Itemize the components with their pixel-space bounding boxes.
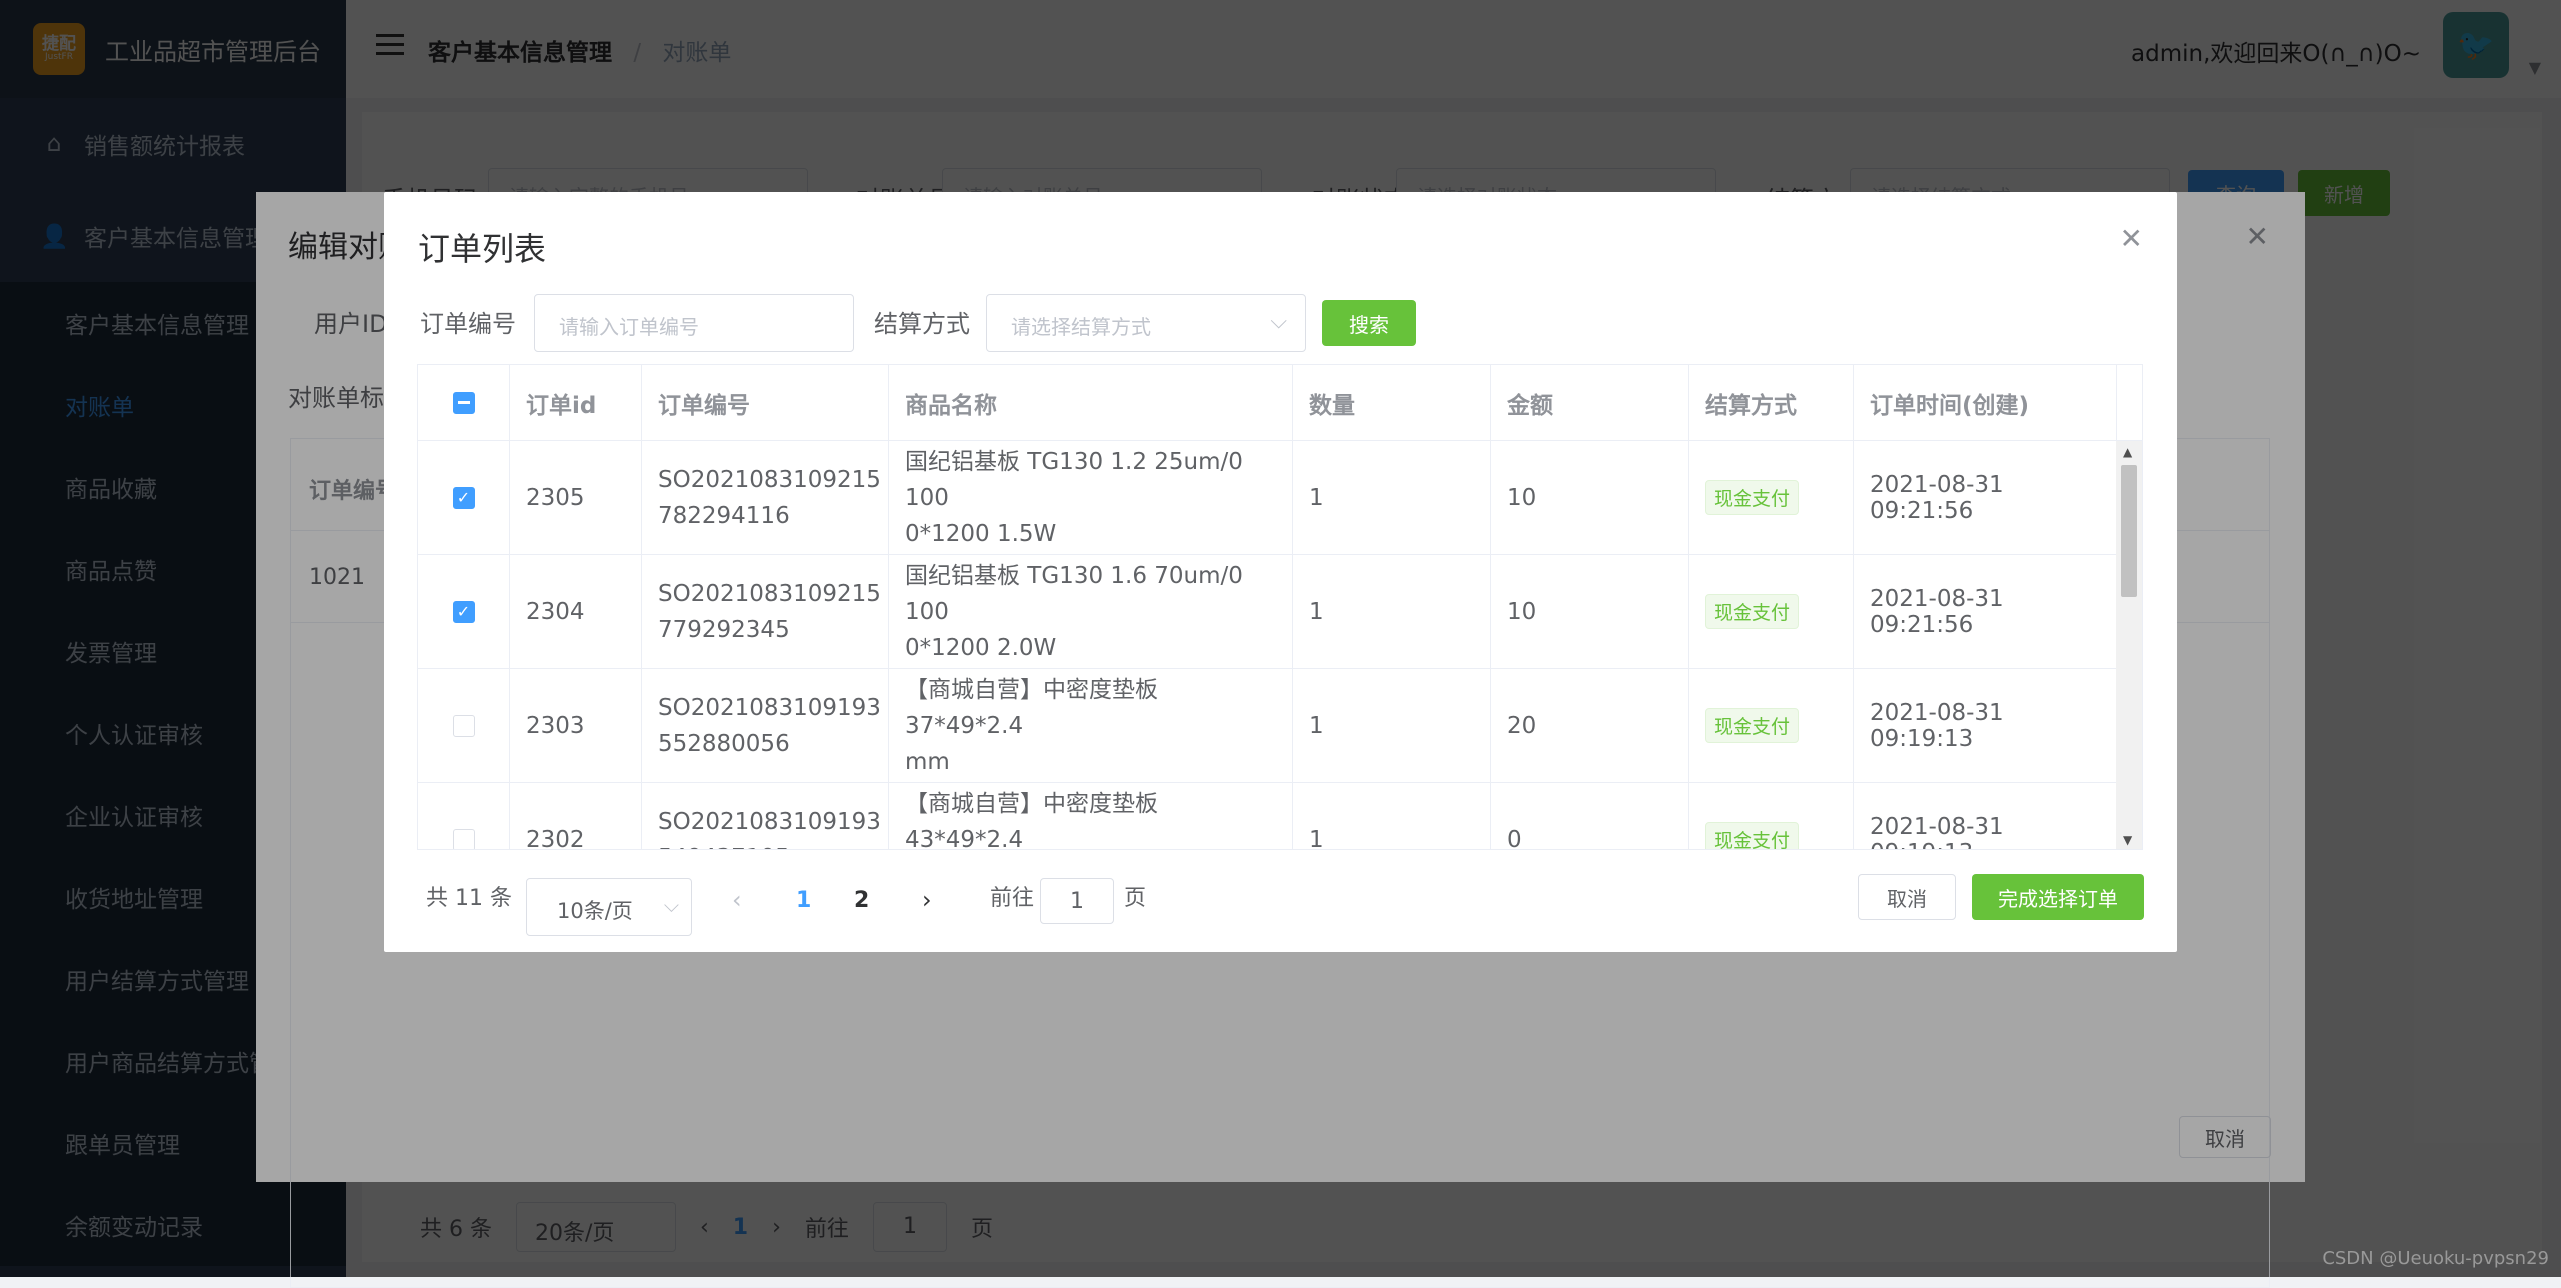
row-select-cell <box>418 783 510 849</box>
cell-amount: 10 <box>1491 441 1689 554</box>
product-name-line: 0*1200 1.5W <box>905 520 1057 547</box>
product-name-line: 国纪铝基板 TG130 1.2 25um/0 100 <box>905 448 1243 511</box>
row-checkbox-checked[interactable]: ✓ <box>452 486 475 509</box>
settle-placeholder: 请选择结算方式 <box>1011 315 1151 339</box>
row-select-cell: ✓ <box>418 441 510 554</box>
watermark: CSDN @Ueuoku-pvpsn29 <box>2322 1248 2549 1269</box>
search-button[interactable]: 搜索 <box>1322 300 1416 346</box>
th-amount: 金额 <box>1491 365 1689 440</box>
cell-create-time: 2021-08-31 09:21:56 <box>1854 441 2118 554</box>
row-checkbox[interactable] <box>452 828 475 849</box>
cell-settle-method: 现金支付 <box>1689 555 1854 668</box>
product-name-line: 国纪铝基板 TG130 1.6 70um/0 100 <box>905 562 1243 625</box>
order-table: 订单id 订单编号 商品名称 数量 金额 结算方式 订单时间(创建) ✓ 230… <box>417 364 2143 850</box>
cancel-button[interactable]: 取消 <box>1858 874 1956 920</box>
th-quantity: 数量 <box>1293 365 1491 440</box>
order-no-line: SO2021083109193 <box>658 808 881 835</box>
cell-quantity: 1 <box>1293 783 1491 849</box>
order-no-input[interactable]: 请输入订单编号 <box>534 294 854 352</box>
row-checkbox-checked[interactable]: ✓ <box>452 600 475 623</box>
cell-quantity: 1 <box>1293 555 1491 668</box>
scroll-up-icon[interactable]: ▲ <box>2123 445 2132 459</box>
chevron-down-icon: ⌵ <box>663 893 679 917</box>
cell-create-time: 2021-08-31 09:19:13 <box>1854 669 2118 782</box>
table-row[interactable]: 2303 SO2021083109193 552880056 【商城自营】中密度垫… <box>418 669 2118 783</box>
goto-label: 前往 <box>990 886 1035 911</box>
page-unit-label: 页 <box>1124 886 1147 911</box>
order-no-line: 549437105 <box>658 840 790 850</box>
settle-tag: 现金支付 <box>1705 480 1800 515</box>
cell-product-name: 【商城自营】中密度垫板43*49*2.4mm <box>889 783 1293 850</box>
cell-order-id: 2302 <box>510 783 642 849</box>
settle-tag: 现金支付 <box>1705 822 1800 849</box>
page-number-active[interactable]: 1 <box>796 888 811 913</box>
table-row[interactable]: ✓ 2304 SO2021083109215 779292345 国纪铝基板 TG… <box>418 555 2118 669</box>
cell-product-name: 国纪铝基板 TG130 1.2 25um/0 100 0*1200 1.5W <box>889 441 1293 554</box>
cell-order-id: 2305 <box>510 441 642 554</box>
cell-order-no: SO2021083109215 779292345 <box>642 555 889 668</box>
scroll-thumb[interactable] <box>2121 465 2137 597</box>
goto-page-input[interactable]: 1 <box>1040 878 1114 924</box>
cell-create-time: 2021-08-31 09:19:13 <box>1854 783 2118 849</box>
order-no-line: SO2021083109215 <box>658 466 881 493</box>
cell-settle-method: 现金支付 <box>1689 783 1854 849</box>
product-name-line: 0*1200 2.0W <box>905 634 1057 661</box>
cell-settle-method: 现金支付 <box>1689 441 1854 554</box>
close-icon[interactable]: ✕ <box>2120 222 2143 255</box>
select-all-checkbox[interactable] <box>452 391 475 414</box>
scroll-down-icon[interactable]: ▼ <box>2123 833 2132 847</box>
th-settle-method: 结算方式 <box>1689 365 1854 440</box>
order-list-dialog: 订单列表 ✕ 订单编号 请输入订单编号 结算方式 请选择结算方式 ⌵ 搜索 订单… <box>384 192 2177 952</box>
th-create-time: 订单时间(创建) <box>1854 365 2118 440</box>
scroll-gutter <box>2116 365 2142 441</box>
cell-order-no: SO2021083109215 782294116 <box>642 441 889 554</box>
row-select-cell <box>418 669 510 782</box>
cell-settle-method: 现金支付 <box>1689 669 1854 782</box>
next-page-icon[interactable]: › <box>922 886 932 914</box>
settle-select[interactable]: 请选择结算方式 ⌵ <box>986 294 1306 352</box>
product-name-line: 【商城自营】中密度垫板37*49*2.4 <box>905 676 1158 739</box>
product-name-line: 【商城自营】中密度垫板43*49*2.4 <box>905 790 1158 850</box>
order-no-line: 782294116 <box>658 502 790 529</box>
select-all-cell <box>418 365 510 440</box>
cell-order-no: SO2021083109193 549437105 <box>642 783 889 850</box>
product-name-line: mm <box>905 748 950 775</box>
cell-quantity: 1 <box>1293 441 1491 554</box>
order-no-line: 552880056 <box>658 730 790 757</box>
settle-label: 结算方式 <box>874 310 970 338</box>
settle-tag: 现金支付 <box>1705 708 1800 743</box>
order-no-line: SO2021083109215 <box>658 580 881 607</box>
table-header: 订单id 订单编号 商品名称 数量 金额 结算方式 订单时间(创建) <box>418 365 2118 441</box>
cell-create-time: 2021-08-31 09:21:56 <box>1854 555 2118 668</box>
row-checkbox[interactable] <box>452 714 475 737</box>
th-order-no: 订单编号 <box>642 365 889 440</box>
settle-tag: 现金支付 <box>1705 594 1800 629</box>
cell-order-id: 2304 <box>510 555 642 668</box>
order-no-label: 订单编号 <box>420 310 516 338</box>
table-scrollbar[interactable]: ▲ ▼ <box>2116 441 2142 849</box>
chevron-down-icon: ⌵ <box>1270 309 1287 334</box>
dialog-title: 订单列表 <box>418 230 547 268</box>
page-number[interactable]: 2 <box>854 888 869 913</box>
cell-quantity: 1 <box>1293 669 1491 782</box>
confirm-select-orders-button[interactable]: 完成选择订单 <box>1972 874 2144 920</box>
th-order-id: 订单id <box>510 365 642 440</box>
cell-product-name: 【商城自营】中密度垫板37*49*2.4 mm <box>889 669 1293 782</box>
order-no-line: 779292345 <box>658 616 790 643</box>
cell-order-no: SO2021083109193 552880056 <box>642 669 889 782</box>
prev-page-icon[interactable]: ‹ <box>732 886 742 914</box>
th-product-name: 商品名称 <box>889 365 1293 440</box>
total-count: 共 11 条 <box>426 886 512 911</box>
cell-amount: 20 <box>1491 669 1689 782</box>
cell-product-name: 国纪铝基板 TG130 1.6 70um/0 100 0*1200 2.0W <box>889 555 1293 668</box>
order-no-line: SO2021083109193 <box>658 694 881 721</box>
table-row[interactable]: 2302 SO2021083109193 549437105 【商城自营】中密度垫… <box>418 783 2118 850</box>
cell-order-id: 2303 <box>510 669 642 782</box>
cell-amount: 0 <box>1491 783 1689 849</box>
page-size-value: 10条/页 <box>557 899 633 923</box>
table-row[interactable]: ✓ 2305 SO2021083109215 782294116 国纪铝基板 TG… <box>418 441 2118 555</box>
cell-amount: 10 <box>1491 555 1689 668</box>
page-size-select[interactable]: 10条/页 ⌵ <box>526 878 692 936</box>
row-select-cell: ✓ <box>418 555 510 668</box>
